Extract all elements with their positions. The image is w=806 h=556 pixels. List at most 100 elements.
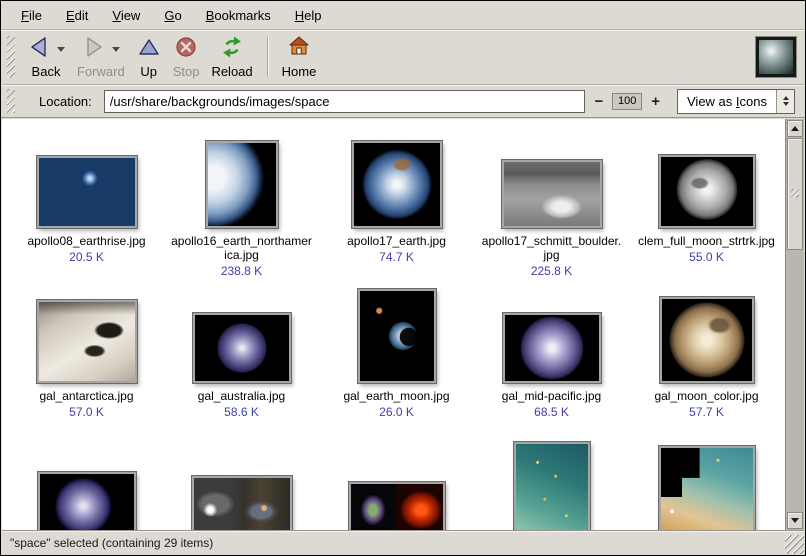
file-item[interactable]: gal_australia.jpg58.6 K — [164, 283, 319, 438]
file-size: 57.0 K — [69, 405, 104, 419]
toolbar: Back Forward Up Stop Reload Home — [1, 30, 805, 85]
forward-icon — [82, 35, 106, 64]
location-input[interactable] — [104, 90, 586, 113]
scroll-thumb[interactable] — [787, 138, 803, 250]
menu-item-bookmarks[interactable]: Bookmarks — [194, 3, 283, 28]
file-item[interactable]: gal_moon_color.jpg 57.7 K — [629, 283, 784, 438]
file-item[interactable] — [164, 438, 319, 530]
throbber-frame — [755, 36, 797, 78]
home-button[interactable]: Home — [276, 34, 323, 81]
file-thumbnail — [352, 141, 442, 228]
file-thumbnail — [193, 313, 291, 383]
menu-bar: FileEditViewGoBookmarksHelp — [1, 1, 805, 30]
scroll-up-button[interactable] — [787, 120, 803, 137]
file-thumbnail — [37, 156, 137, 228]
arrow-down-icon — [791, 518, 799, 523]
file-name: apollo17_earth.jpg — [347, 234, 446, 248]
toolbar-button-label: Stop — [173, 64, 200, 79]
file-item[interactable] — [474, 438, 629, 530]
back-button[interactable]: Back — [21, 34, 71, 81]
up-button[interactable]: Up — [131, 34, 167, 81]
file-size: 58.6 K — [224, 405, 259, 419]
toolbar-separator — [267, 37, 268, 77]
zoom-out-button[interactable]: − — [591, 93, 606, 110]
file-thumbnail — [38, 472, 136, 530]
home-icon — [287, 35, 311, 64]
file-name: clem_full_moon_strtrk.jpg — [638, 234, 775, 248]
file-item[interactable]: apollo17_earth.jpg 74.7 K — [319, 128, 474, 283]
location-label: Location: — [39, 94, 92, 109]
chevron-down-icon[interactable] — [57, 47, 65, 52]
file-item[interactable] — [629, 438, 784, 530]
file-item[interactable]: gal_mid-pacific.jpg 68.5 K — [474, 283, 629, 438]
file-name: gal_mid-pacific.jpg — [502, 389, 601, 403]
toolbar-button-label: Home — [282, 64, 317, 79]
file-thumbnail — [502, 160, 602, 228]
forward-button: Forward — [71, 34, 131, 81]
reload-icon — [220, 35, 244, 64]
file-name: gal_moon_color.jpg — [654, 389, 758, 403]
file-item[interactable]: gal_antarctica.jpg 57.0 K — [9, 283, 164, 438]
status-bar: "space" selected (containing 29 items) — [2, 530, 804, 554]
throbber-icon — [756, 37, 796, 77]
resize-grip[interactable] — [785, 535, 804, 554]
file-thumbnail — [660, 297, 754, 383]
file-thumbnail — [192, 476, 292, 530]
file-item[interactable] — [319, 438, 474, 530]
stop-button: Stop — [167, 34, 206, 81]
file-thumbnail — [358, 289, 436, 383]
menu-item-go[interactable]: Go — [152, 3, 193, 28]
file-thumbnail — [659, 446, 755, 530]
back-icon — [27, 35, 51, 64]
file-item[interactable] — [9, 438, 164, 530]
chevron-down-icon[interactable] — [776, 90, 794, 113]
icon-view: apollo08_earthrise.jpg 20.5 K apollo16_ear… — [2, 119, 785, 530]
view-as-dropdown[interactable]: View as Icons — [677, 89, 795, 114]
file-thumbnail — [503, 313, 601, 383]
file-name: apollo16_earth_northamerica.jpg — [171, 234, 313, 262]
toolbar-button-label: Up — [140, 64, 157, 79]
file-item[interactable]: apollo17_schmitt_boulder.jpg 225.8 K — [474, 128, 629, 283]
zoom-in-button[interactable]: + — [648, 93, 663, 110]
file-size: 26.0 K — [379, 405, 414, 419]
file-size: 225.8 K — [531, 264, 572, 278]
stop-icon — [174, 35, 198, 64]
file-size: 20.5 K — [69, 250, 104, 264]
file-size: 238.8 K — [221, 264, 262, 278]
file-thumbnail — [206, 141, 278, 228]
file-name: gal_antarctica.jpg — [39, 389, 133, 403]
file-size: 68.5 K — [534, 405, 569, 419]
toolbar-button-label: Back — [32, 64, 61, 79]
file-size: 74.7 K — [379, 250, 414, 264]
file-name: apollo08_earthrise.jpg — [27, 234, 145, 248]
file-thumbnail — [659, 155, 755, 228]
scroll-down-button[interactable] — [787, 512, 803, 529]
toolbar-button-label: Forward — [77, 64, 125, 79]
toolbar-drag-handle[interactable] — [7, 36, 15, 78]
file-item[interactable]: apollo16_earth_northamerica.jpg 238.8 K — [164, 128, 319, 283]
file-name: gal_earth_moon.jpg — [343, 389, 449, 403]
arrow-up-icon — [791, 126, 799, 131]
file-item[interactable]: apollo08_earthrise.jpg 20.5 K — [9, 128, 164, 283]
chevron-down-icon[interactable] — [112, 47, 120, 52]
menu-item-file[interactable]: File — [9, 3, 54, 28]
file-thumbnail — [37, 300, 137, 383]
file-item[interactable]: clem_full_moon_strtrk.jpg55.0 K — [629, 128, 784, 283]
status-text: "space" selected (containing 29 items) — [10, 536, 213, 550]
toolbar-buttons: Back Forward Up Stop Reload Home — [21, 34, 322, 81]
location-bar: Location: − 100 + View as Icons — [1, 85, 805, 118]
file-grid: apollo08_earthrise.jpg 20.5 K apollo16_ear… — [2, 119, 785, 530]
file-name: apollo17_schmitt_boulder.jpg — [481, 234, 623, 262]
file-thumbnail — [349, 482, 445, 530]
menu-item-view[interactable]: View — [100, 3, 152, 28]
file-item[interactable]: gal_earth_moon.jpg 26.0 K — [319, 283, 474, 438]
menu-item-help[interactable]: Help — [283, 3, 334, 28]
menu-item-edit[interactable]: Edit — [54, 3, 100, 28]
view-as-label: View as Icons — [678, 90, 776, 113]
file-size: 57.7 K — [689, 405, 724, 419]
vertical-scrollbar[interactable] — [785, 119, 804, 530]
reload-button[interactable]: Reload — [205, 34, 258, 81]
toolbar-button-label: Reload — [211, 64, 252, 79]
zoom-level: 100 — [612, 93, 642, 110]
location-bar-drag-handle[interactable] — [7, 89, 15, 113]
